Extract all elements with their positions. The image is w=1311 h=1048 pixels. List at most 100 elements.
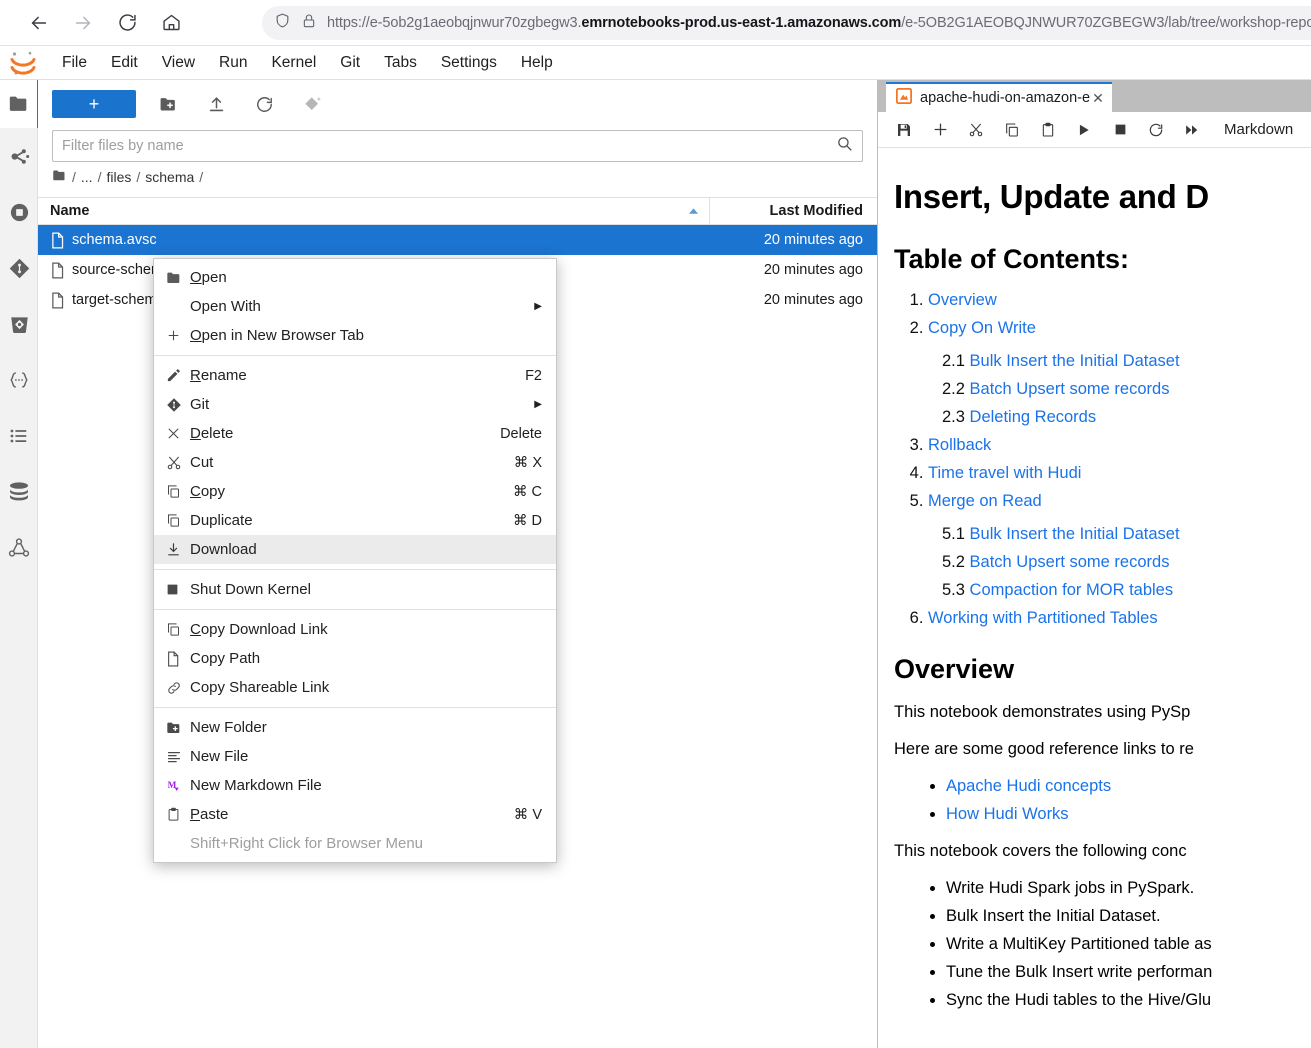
stop-square-icon [166,583,190,596]
paste-cell-button[interactable] [1030,115,1066,145]
list-item: 2.3 Deleting Records [942,408,1311,427]
context-menu-item-rename[interactable]: Rename F2 [154,361,556,390]
filter-row [38,122,877,162]
sidebar-item-property-inspector[interactable] [0,352,38,408]
breadcrumb-schema[interactable]: schema [145,169,194,185]
menu-run[interactable]: Run [209,51,257,75]
folder-open-icon [166,270,190,286]
forward-button[interactable] [66,6,100,40]
breadcrumb-files[interactable]: files [106,169,131,185]
sidebar-item-git[interactable] [0,240,38,296]
context-menu-item-new-folder[interactable]: New Folder [154,713,556,742]
list-item: Merge on Read 5.1 Bulk Insert the Initia… [928,492,1311,600]
context-menu-item-open[interactable]: Open [154,263,556,292]
git-clone-button[interactable] [296,90,328,118]
list-item: Copy On Write 2.1 Bulk Insert the Initia… [928,319,1311,427]
context-menu-item-download[interactable]: Download [154,535,556,564]
breadcrumb-home-icon[interactable] [52,168,67,186]
cell-type-selector[interactable]: Markdown [1224,121,1293,138]
insert-cell-button[interactable] [922,115,958,145]
context-menu-item-copy-shareable-link[interactable]: Copy Shareable Link [154,673,556,702]
context-menu-item-copy[interactable]: Copy ⌘ C [154,477,556,506]
context-menu-item-open-with[interactable]: Open With ▶ [154,292,556,321]
restart-kernel-button[interactable] [1138,115,1174,145]
link-how-hudi-works[interactable]: How Hudi Works [946,805,1069,823]
toc-link-batch-upsert-cow[interactable]: Batch Upsert some records [970,380,1170,398]
context-menu-item-cut[interactable]: Cut ⌘ X [154,448,556,477]
back-button[interactable] [22,6,56,40]
context-menu-item-paste[interactable]: Paste ⌘ V [154,800,556,829]
stop-kernel-button[interactable] [1102,115,1138,145]
table-row[interactable]: schema.avsc 20 minutes ago [38,225,877,255]
toc-link-overview[interactable]: Overview [928,291,997,309]
toc-link-merge-on-read[interactable]: Merge on Read [928,492,1042,510]
notebook-content: Insert, Update and D Table of Contents: … [878,148,1311,1048]
run-cell-button[interactable] [1066,115,1102,145]
restart-icon [1148,122,1164,138]
new-launcher-button[interactable]: + [52,90,136,118]
sidebar-item-file-browser[interactable] [0,80,39,128]
context-menu-item-new-markdown-file[interactable]: M New Markdown File [154,771,556,800]
column-header-name[interactable]: Name [38,203,709,219]
new-folder-button[interactable] [152,90,184,118]
sagemaker-icon [7,536,31,560]
context-menu-item-copy-path[interactable]: Copy Path [154,644,556,673]
menu-tabs[interactable]: Tabs [374,51,427,75]
menu-view[interactable]: View [152,51,205,75]
home-icon [161,12,182,33]
sidebar-item-extension-manager[interactable] [0,128,38,184]
toc-link-time-travel[interactable]: Time travel with Hudi [928,464,1081,482]
context-menu-item-shut-down-kernel[interactable]: Shut Down Kernel [154,575,556,604]
upload-button[interactable] [200,90,232,118]
cut-cell-button[interactable] [958,115,994,145]
toc-link-bulk-insert-cow[interactable]: Bulk Insert the Initial Dataset [970,352,1180,370]
toc-link-batch-upsert-mor[interactable]: Batch Upsert some records [970,553,1170,571]
column-header-last-modified[interactable]: Last Modified [709,197,877,225]
toc-link-deleting-records[interactable]: Deleting Records [970,408,1097,426]
sidebar-item-table-of-contents[interactable] [0,408,38,464]
database-icon [7,481,31,503]
search-input[interactable] [62,138,836,154]
toc-link-copy-on-write[interactable]: Copy On Write [928,319,1036,337]
context-menu-item-delete[interactable]: Delete Delete [154,419,556,448]
refresh-button[interactable] [248,90,280,118]
restart-run-all-button[interactable] [1174,115,1210,145]
menu-edit[interactable]: Edit [101,51,148,75]
link-apache-hudi-concepts[interactable]: Apache Hudi concepts [946,777,1111,795]
toc-link-rollback[interactable]: Rollback [928,436,991,454]
save-button[interactable] [886,115,922,145]
breadcrumb[interactable]: / ... / files / schema / [38,162,877,192]
notebook-toolbar: Markdown [878,112,1311,148]
context-menu-shortcut: ⌘ V [513,806,542,823]
sidebar-item-sagemaker[interactable] [0,520,38,576]
tab-apache-hudi-notebook[interactable]: apache-hudi-on-amazon-e ✕ [886,82,1112,112]
search-icon[interactable] [836,135,853,157]
context-menu-item-copy-download-link[interactable]: Copy Download Link [154,615,556,644]
toc-subnum: 2.2 [942,380,965,398]
menu-git[interactable]: Git [330,51,370,75]
context-menu-item-open-in-new-browser-tab[interactable]: Open in New Browser Tab [154,321,556,350]
sidebar-item-running-kernels[interactable] [0,184,38,240]
menu-file[interactable]: File [52,51,97,75]
close-icon[interactable]: ✕ [1092,90,1104,107]
context-menu-item-duplicate[interactable]: Duplicate ⌘ D [154,506,556,535]
context-menu-item-new-file[interactable]: New File [154,742,556,771]
paste-icon [1040,122,1056,138]
copy-cell-button[interactable] [994,115,1030,145]
notebook-tabbar: apache-hudi-on-amazon-e ✕ [878,80,1311,112]
toc-link-partitioned-tables[interactable]: Working with Partitioned Tables [928,609,1158,627]
context-menu-item-git[interactable]: Git ▶ [154,390,556,419]
breadcrumb-ellipsis[interactable]: ... [81,169,93,185]
sidebar-item-database[interactable] [0,464,38,520]
toc-link-compaction-mor[interactable]: Compaction for MOR tables [970,581,1174,599]
menu-help[interactable]: Help [511,51,563,75]
home-button[interactable] [154,6,188,40]
filter-files-box[interactable] [52,130,863,162]
address-bar[interactable]: https://e-5ob2g1aeobqjnwur70zgbegw3.emrn… [262,6,1311,40]
menu-settings[interactable]: Settings [431,51,507,75]
reload-button[interactable] [110,6,144,40]
toc-link-bulk-insert-mor[interactable]: Bulk Insert the Initial Dataset [970,525,1180,543]
git-icon [166,397,190,413]
sidebar-item-s3-browser[interactable] [0,296,38,352]
menu-kernel[interactable]: Kernel [261,51,326,75]
